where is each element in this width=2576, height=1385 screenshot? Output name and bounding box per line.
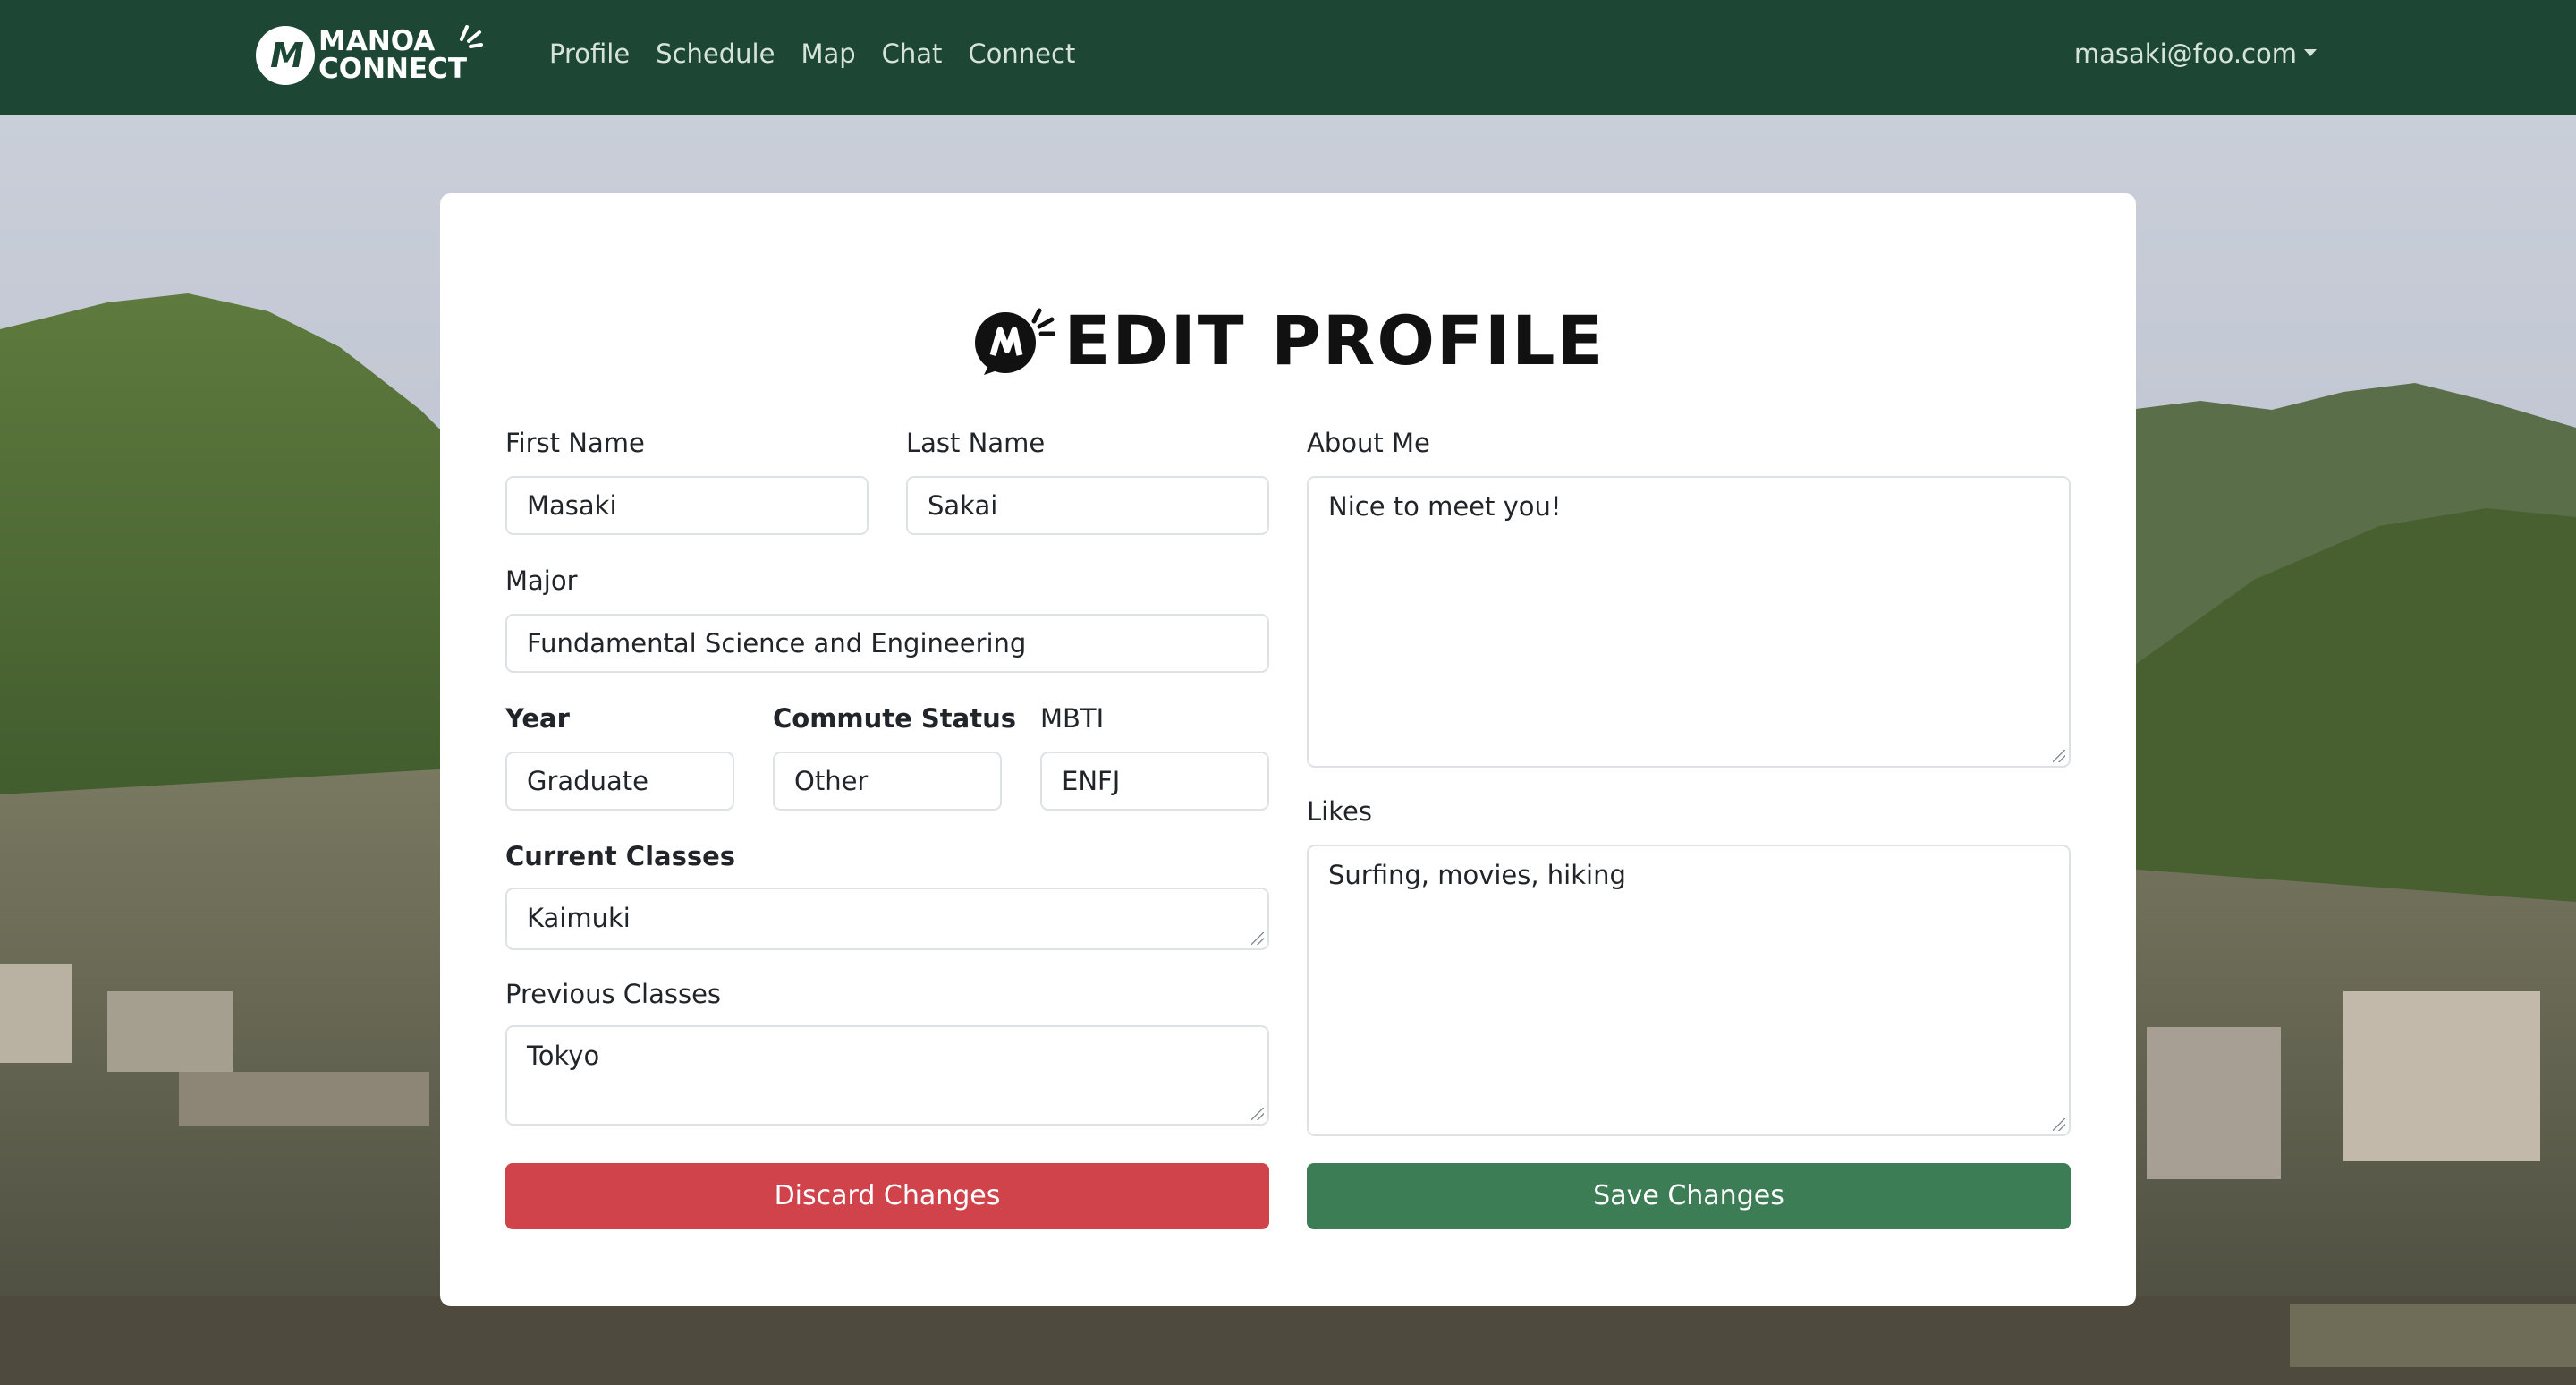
current-classes-text: Kaimuki	[527, 903, 631, 933]
logo-line-1: MANOA	[318, 25, 436, 57]
user-email: masaki@foo.com	[2073, 38, 2297, 69]
edit-profile-card: EDIT PROFILE First Name Masaki Last Name…	[440, 193, 2136, 1306]
user-dropdown[interactable]: masaki@foo.com	[2074, 34, 2317, 73]
year-label: Year	[505, 703, 570, 734]
year-select[interactable]: Graduate	[505, 752, 734, 811]
major-label: Major	[505, 565, 578, 596]
about-me-label: About Me	[1307, 428, 1430, 458]
manoa-connect-logo[interactable]: M MANOA CONNECT	[256, 23, 483, 88]
mbti-input[interactable]: ENFJ	[1040, 752, 1269, 811]
current-classes-textarea[interactable]: Kaimuki	[505, 888, 1269, 950]
manoa-connect-icon	[974, 308, 1055, 375]
logo-badge-icon: M	[256, 26, 315, 85]
commute-status-label: Commute Status	[773, 703, 1017, 734]
top-navbar: M MANOA CONNECT Profile Schedule Map Cha…	[0, 0, 2576, 115]
major-input[interactable]: Fundamental Science and Engineering	[505, 614, 1269, 673]
mbti-label: MBTI	[1040, 703, 1105, 734]
page-header: EDIT PROFILE	[440, 301, 2136, 380]
discard-changes-button[interactable]: Discard Changes	[505, 1163, 1269, 1229]
nav-link-schedule[interactable]: Schedule	[656, 34, 775, 73]
likes-text: Surfing, movies, hiking	[1328, 860, 1626, 890]
previous-classes-text: Tokyo	[527, 1041, 600, 1071]
nav-link-connect[interactable]: Connect	[968, 34, 1075, 73]
save-changes-button[interactable]: Save Changes	[1307, 1163, 2071, 1229]
previous-classes-textarea[interactable]: Tokyo	[505, 1025, 1269, 1126]
last-name-label: Last Name	[906, 428, 1046, 458]
caret-down-icon	[2304, 49, 2317, 56]
page-title: EDIT PROFILE	[1063, 301, 1606, 380]
nav-link-map[interactable]: Map	[801, 34, 855, 73]
resize-handle-icon[interactable]	[1251, 932, 1264, 945]
logo-wordmark: MANOA CONNECT	[318, 28, 467, 83]
resize-handle-icon[interactable]	[2053, 750, 2065, 762]
logo-rays-icon	[460, 25, 483, 48]
current-classes-label: Current Classes	[505, 841, 736, 871]
nav-link-profile[interactable]: Profile	[549, 34, 630, 73]
first-name-label: First Name	[505, 428, 645, 458]
nav-link-chat[interactable]: Chat	[882, 34, 943, 73]
resize-handle-icon[interactable]	[1251, 1108, 1264, 1120]
likes-label: Likes	[1307, 796, 1372, 827]
logo-line-2: CONNECT	[318, 53, 468, 85]
likes-textarea[interactable]: Surfing, movies, hiking	[1307, 845, 2071, 1136]
last-name-input[interactable]: Sakai	[906, 476, 1269, 535]
commute-status-select[interactable]: Other	[773, 752, 1002, 811]
nav-links: Profile Schedule Map Chat Connect	[549, 34, 1101, 73]
resize-handle-icon[interactable]	[2053, 1118, 2065, 1131]
first-name-input[interactable]: Masaki	[505, 476, 869, 535]
about-me-textarea[interactable]: Nice to meet you!	[1307, 476, 2071, 768]
about-me-text: Nice to meet you!	[1328, 491, 1562, 522]
previous-classes-label: Previous Classes	[505, 979, 722, 1009]
